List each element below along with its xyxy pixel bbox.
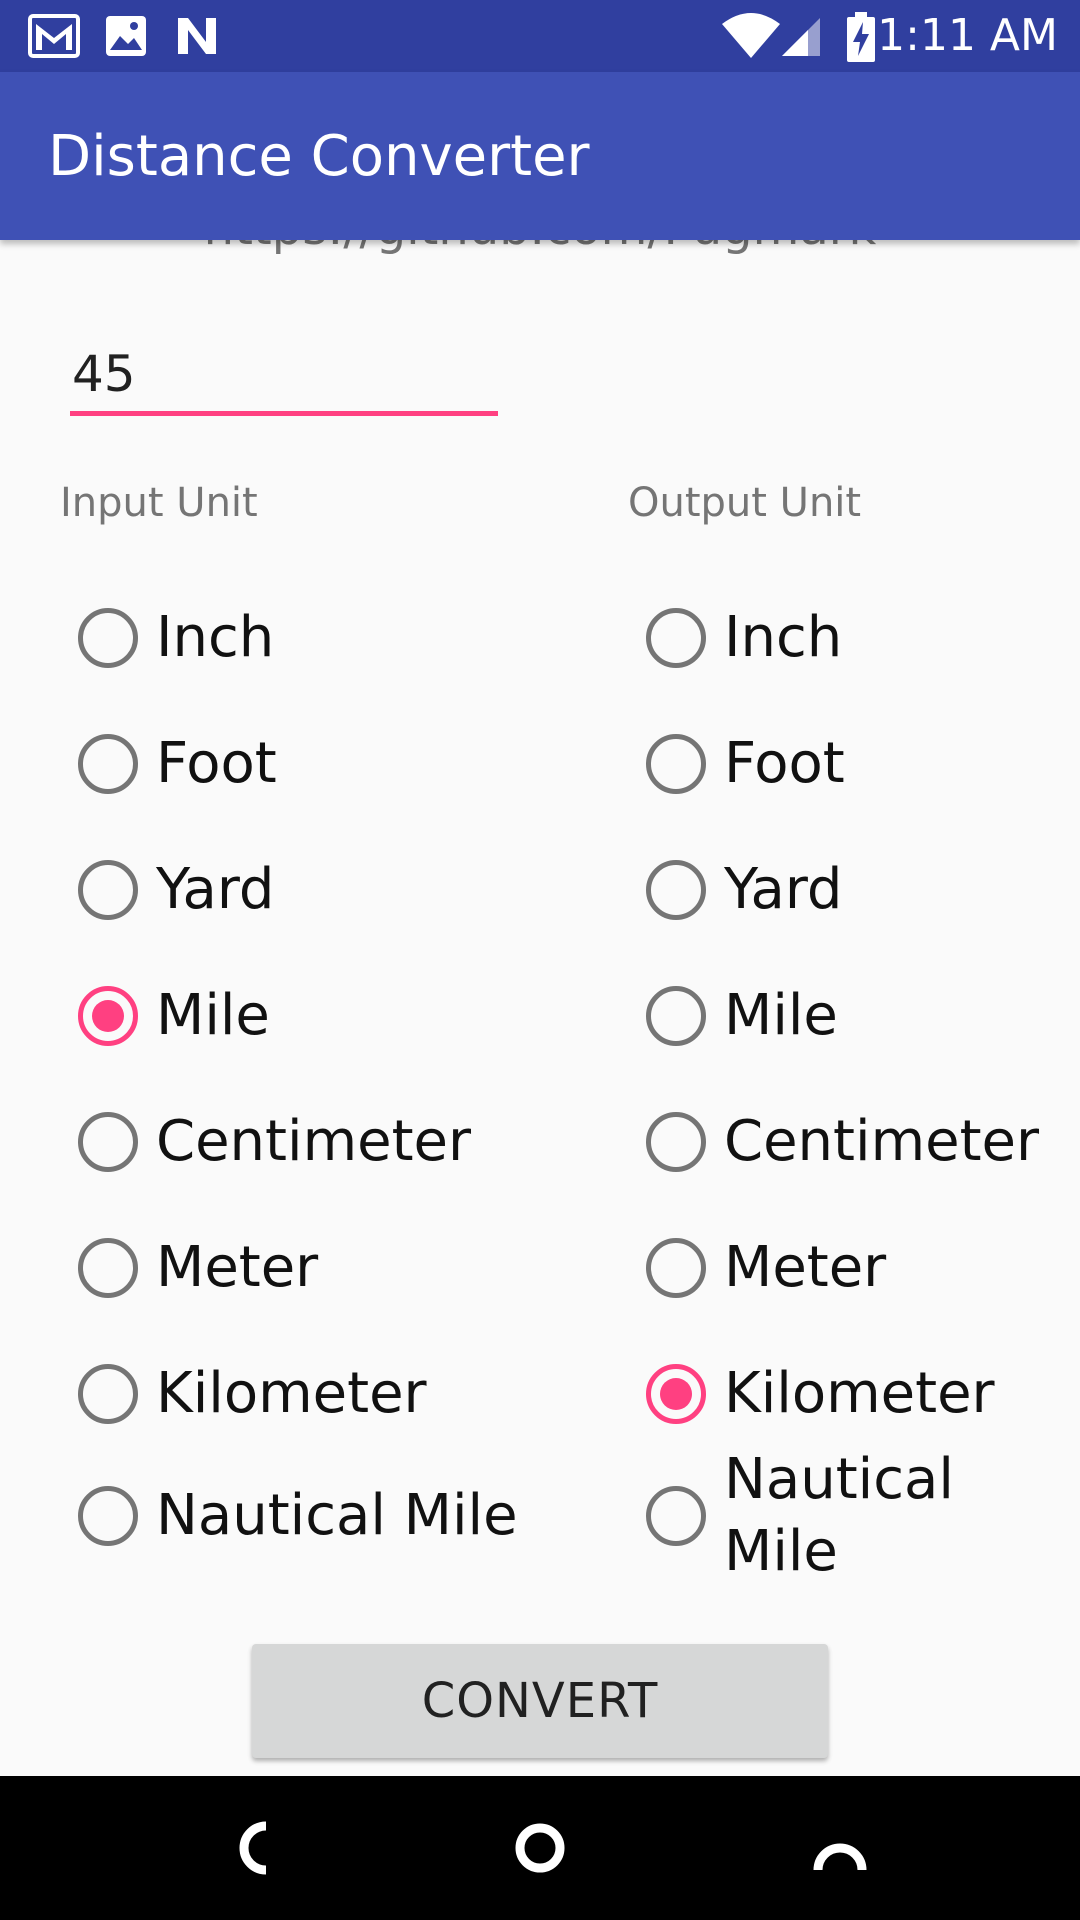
input-radio-yard[interactable]: Yard: [78, 840, 274, 940]
radio-label: Nautical Mile: [724, 1447, 954, 1584]
n-notification-icon: [178, 18, 216, 54]
radio-label: Yard: [724, 857, 843, 922]
input-radio-nautical-mile[interactable]: Nautical Mile: [78, 1466, 518, 1566]
convert-button[interactable]: CONVERT: [252, 1644, 828, 1758]
output-radio-kilometer[interactable]: Kilometer: [646, 1344, 995, 1444]
radio-checked-icon[interactable]: [646, 1364, 706, 1424]
github-link-text[interactable]: https://github.com/Pugmark: [0, 240, 1080, 256]
radio-dot: [660, 1378, 692, 1410]
radio-unchecked-icon[interactable]: [646, 734, 706, 794]
output-radio-foot[interactable]: Foot: [646, 714, 845, 814]
input-radio-inch[interactable]: Inch: [78, 588, 274, 688]
output-radio-mile[interactable]: Mile: [646, 966, 838, 1066]
recents-icon[interactable]: [804, 1812, 876, 1884]
radio-unchecked-icon[interactable]: [646, 986, 706, 1046]
output-unit-label: Output Unit: [628, 480, 862, 526]
input-radio-foot[interactable]: Foot: [78, 714, 277, 814]
radio-label: Foot: [724, 731, 845, 796]
output-radio-inch[interactable]: Inch: [646, 588, 842, 688]
radio-label: Inch: [724, 605, 843, 670]
cell-signal-icon: [782, 18, 820, 56]
radio-unchecked-icon[interactable]: [78, 1238, 138, 1298]
distance-input[interactable]: [70, 336, 498, 416]
radio-unchecked-icon[interactable]: [646, 608, 706, 668]
radio-label: Inch: [156, 605, 275, 670]
input-radio-centimeter[interactable]: Centimeter: [78, 1092, 471, 1192]
navigation-bar: [0, 1776, 1080, 1920]
radio-unchecked-icon[interactable]: [78, 608, 138, 668]
gmail-icon: [28, 14, 80, 58]
app-title: Distance Converter: [48, 124, 590, 189]
content-scroll[interactable]: https://github.com/Pugmark Input Unit Ou…: [0, 240, 1080, 1776]
radio-unchecked-icon[interactable]: [646, 1238, 706, 1298]
radio-unchecked-icon[interactable]: [78, 734, 138, 794]
radio-label: Meter: [156, 1235, 319, 1300]
input-radio-kilometer[interactable]: Kilometer: [78, 1344, 427, 1444]
radio-label: Centimeter: [156, 1109, 471, 1174]
output-radio-yard[interactable]: Yard: [646, 840, 842, 940]
status-bar: 1:11 AM: [0, 0, 1080, 72]
input-unit-label: Input Unit: [60, 480, 258, 526]
image-icon: [106, 16, 146, 56]
radio-label: Foot: [156, 731, 277, 796]
radio-label: Kilometer: [724, 1361, 995, 1426]
back-icon[interactable]: [222, 1812, 294, 1884]
output-radio-nautical-mile[interactable]: Nautical Mile: [646, 1438, 984, 1594]
radio-label: Kilometer: [156, 1361, 427, 1426]
radio-unchecked-icon[interactable]: [78, 860, 138, 920]
radio-unchecked-icon[interactable]: [646, 860, 706, 920]
output-radio-centimeter[interactable]: Centimeter: [646, 1092, 1039, 1192]
radio-label: Mile: [724, 983, 838, 1048]
radio-unchecked-icon[interactable]: [78, 1112, 138, 1172]
input-radio-mile[interactable]: Mile: [78, 966, 270, 1066]
radio-unchecked-icon[interactable]: [78, 1486, 138, 1546]
radio-unchecked-icon[interactable]: [78, 1364, 138, 1424]
radio-label: Mile: [156, 983, 270, 1048]
home-icon[interactable]: [504, 1812, 576, 1884]
radio-label: Yard: [156, 857, 275, 922]
input-radio-meter[interactable]: Meter: [78, 1218, 318, 1318]
radio-unchecked-icon[interactable]: [646, 1486, 706, 1546]
app-bar: Distance Converter: [0, 72, 1080, 240]
radio-dot: [92, 1000, 124, 1032]
radio-label: Centimeter: [724, 1109, 1039, 1174]
wifi-icon: [722, 13, 780, 58]
radio-label: Nautical Mile: [156, 1483, 518, 1548]
radio-checked-icon[interactable]: [78, 986, 138, 1046]
battery-charging-icon: [847, 12, 875, 62]
output-radio-meter[interactable]: Meter: [646, 1218, 886, 1318]
status-time: 1:11 AM: [877, 10, 1058, 61]
radio-label: Meter: [724, 1235, 887, 1300]
radio-unchecked-icon[interactable]: [646, 1112, 706, 1172]
